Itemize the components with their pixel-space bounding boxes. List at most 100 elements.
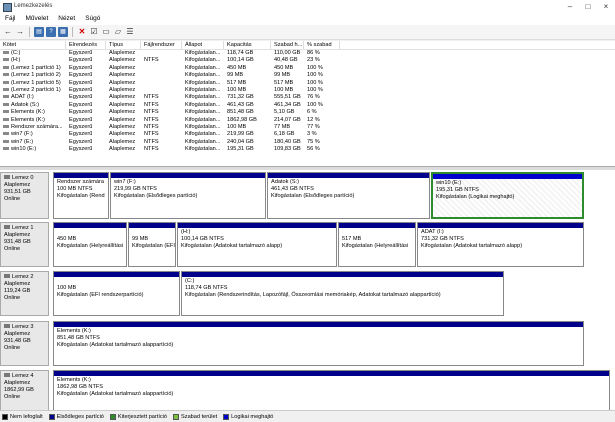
table-cell: 56 % [307, 146, 320, 153]
table-row[interactable]: Elements (K:) Egyszerű Alaplemez NTFS Kifogá… [0, 117, 615, 124]
minimize-button[interactable]: – [561, 0, 579, 13]
list-view-icon[interactable]: ☰ [125, 27, 135, 37]
col-free-space[interactable]: Szabad h... [271, 41, 304, 49]
volume-icon [3, 110, 9, 114]
col-type[interactable]: Típus [106, 41, 141, 49]
col-layout[interactable]: Elrendezés [66, 41, 106, 49]
table-row[interactable]: (H:) Egyszerű Alaplemez NTFS Kifogástalan...… [0, 57, 615, 64]
table-row[interactable]: Adatok (S:) Egyszerű Alaplemez NTFS Kifogást… [0, 102, 615, 109]
partition[interactable]: 99 MB Kifogástalan (EFI [128, 222, 176, 267]
disk-size: 931,48 GB [4, 338, 31, 344]
partition-size: 461,43 GB NTFS [271, 186, 314, 192]
properties-icon[interactable]: ▦ [58, 27, 68, 37]
disk-status: Online [4, 345, 21, 351]
close-button[interactable]: × [597, 0, 615, 13]
partition[interactable]: 450 MB Kifogástalan (Helyreállítási [53, 222, 127, 267]
volume-icon [3, 147, 9, 151]
table-cell: Elements (K:) [0, 117, 66, 124]
table-row[interactable]: (C:) Egyszerű Alaplemez Kifogástalan... 118,… [0, 50, 615, 57]
disk-map: Lemez 0 Alaplemez 931,51 GB Online Rends… [0, 170, 615, 410]
disk-management-icon [3, 3, 12, 12]
table-row[interactable]: (Lemez 1 partíció 1) Egyszerű Alaplemez Kif… [0, 65, 615, 72]
delete-icon[interactable]: ✕ [77, 27, 87, 37]
disk-label[interactable]: Lemez 1 Alaplemez 931,48 GB Online [0, 222, 49, 267]
table-row[interactable]: win7 (E:) Egyszerű Alaplemez NTFS Kifogástal… [0, 139, 615, 146]
col-filesystem[interactable]: Fájlrendszer [141, 41, 182, 49]
col-status[interactable]: Állapot [182, 41, 224, 49]
disk-type: Alaplemez [4, 331, 31, 337]
table-cell: Kifogástalan... [185, 109, 221, 116]
col-volume[interactable]: Kötet [0, 41, 66, 49]
forward-arrow-icon[interactable]: → [15, 27, 25, 37]
volume-icon [3, 65, 9, 69]
volume-list-header: Kötet Elrendezés Típus Fájlrendszer Álla… [0, 41, 615, 50]
maximize-button[interactable]: □ [579, 0, 597, 13]
disk-status: Online [4, 246, 21, 252]
partition[interactable]: ADAT (I:) 731,32 GB NTFS Kifogástalan (A… [417, 222, 584, 267]
table-cell: Egyszerű [69, 64, 93, 71]
partition[interactable]: Elements (K:) 851,48 GB NTFS Kifogástala… [53, 321, 584, 366]
menu-file[interactable]: Fájl [0, 13, 20, 25]
table-cell: Egyszerű [69, 86, 93, 93]
table-cell: 40,48 GB [274, 57, 298, 64]
disk-label[interactable]: Lemez 2 Alaplemez 119,24 GB Online [0, 271, 49, 316]
legend-label: Logikai meghajtó [231, 413, 274, 420]
menu-action[interactable]: Művelet [20, 13, 53, 25]
folder-icon[interactable]: ▭ [101, 27, 111, 37]
table-row[interactable]: (Lemez 1 partíció 5) Egyszerű Alaplemez Kif… [0, 80, 615, 87]
table-cell: ADAT (I:) [0, 94, 66, 101]
col-capacity[interactable]: Kapacitás [224, 41, 271, 49]
table-row[interactable]: Rendszer számára... Egyszerű Alaplemez NTFS… [0, 124, 615, 131]
back-arrow-icon[interactable]: ← [3, 27, 13, 37]
table-cell: 99 MB [227, 72, 244, 79]
table-cell: Kifogástalan... [185, 72, 221, 79]
table-row[interactable]: (Lemez 1 partíció 2) Egyszerű Alaplemez Kif… [0, 72, 615, 79]
table-cell: Alaplemez [109, 109, 136, 116]
legend-item: Logikai meghajtó [223, 413, 274, 420]
table-cell: Kifogástalan... [185, 101, 221, 108]
table-row[interactable]: (Lemez 2 partíció 1) Egyszerű Alaplemez Kif… [0, 87, 615, 94]
console-tree-icon[interactable]: ▤ [34, 27, 44, 37]
volume-name: (C:) [11, 50, 21, 56]
table-cell: win7 (E:) [0, 139, 66, 146]
legend-item: Szabad terület [173, 413, 217, 420]
disk-label[interactable]: Lemez 3 Alaplemez 931,48 GB Online [0, 321, 49, 366]
partition[interactable]: win7 (F:) 219,99 GB NTFS Kifogástalan (E… [110, 172, 266, 219]
help-icon[interactable]: ? [46, 27, 56, 37]
table-cell: Adatok (S:) [0, 102, 66, 109]
partition[interactable]: (H:) 100,14 GB NTFS Kifogástalan (Adatok… [177, 222, 337, 267]
check-icon[interactable]: ☑ [89, 27, 99, 37]
partition[interactable]: 100 MB Kifogástalan (EFI rendszerpartíci… [53, 271, 180, 316]
table-row[interactable]: Elements (K:) Egyszerű Alaplemez NTFS Kifogá… [0, 109, 615, 116]
disk-label[interactable]: Lemez 4 Alaplemez 1862,99 GB Online [0, 370, 49, 410]
disk-label[interactable]: Lemez 0 Alaplemez 931,51 GB Online [0, 172, 49, 219]
col-percent-free[interactable]: % szabad [304, 41, 340, 49]
table-cell: 851,48 GB [227, 109, 254, 116]
table-cell: Alaplemez [109, 94, 136, 101]
partition-status: Kifogástalan (Adatokat tartalmazó alapp) [181, 243, 283, 249]
table-cell: NTFS [144, 101, 159, 108]
volume-icon [3, 132, 9, 136]
table-cell: Kifogástalan... [185, 50, 221, 56]
partition[interactable]: Adatok (S:) 461,43 GB NTFS Kifogástalan … [267, 172, 430, 219]
menu-view[interactable]: Nézet [53, 13, 80, 25]
partition-title: ADAT (I:) [421, 229, 444, 235]
table-cell: (Lemez 1 partíció 2) [0, 72, 66, 79]
partition-status: Kifogástalan (Rendszerindítás, Lapozófáj… [185, 292, 441, 298]
table-row[interactable]: ADAT (I:) Egyszerű Alaplemez NTFS Kifogástal… [0, 94, 615, 101]
partition[interactable]: Rendszer számára 100 MB NTFS Kifogástala… [53, 172, 109, 219]
legend-label: Nem lefoglalt [10, 413, 43, 420]
table-cell: Alaplemez [109, 131, 136, 138]
open-icon[interactable]: ▱ [113, 27, 123, 37]
table-cell: 110,00 GB [274, 50, 301, 56]
partition-selected[interactable]: win10 (E:) 195,31 GB NTFS Kifogástalan (… [431, 172, 584, 219]
partition[interactable]: Elements (K:) 1862,98 GB NTFS Kifogástal… [53, 370, 610, 410]
partition[interactable]: (C:) 118,74 GB NTFS Kifogástalan (Rendsz… [181, 271, 504, 316]
menu-help[interactable]: Súgó [80, 13, 105, 25]
volume-icon [3, 87, 9, 91]
table-cell: Elements (K:) [0, 109, 66, 116]
table-cell: Alaplemez [109, 72, 136, 79]
table-row[interactable]: win7 (F:) Egyszerű Alaplemez NTFS Kifogástal… [0, 131, 615, 138]
table-row[interactable]: win10 (E:) Egyszerű Alaplemez NTFS Kifogásta… [0, 146, 615, 153]
partition[interactable]: 517 MB Kifogástalan (Helyreállítási [338, 222, 416, 267]
